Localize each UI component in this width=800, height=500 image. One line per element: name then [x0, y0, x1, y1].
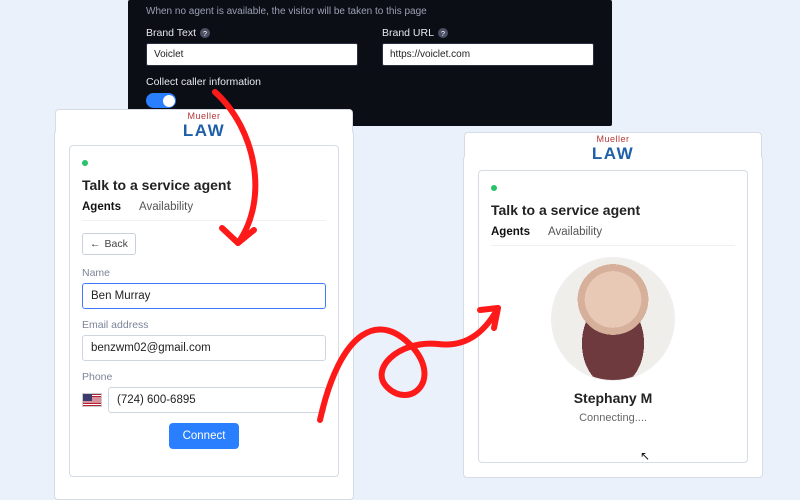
email-label: Email address	[82, 319, 326, 331]
connecting-status: Connecting....	[491, 412, 735, 424]
email-input[interactable]	[82, 335, 326, 361]
widget-title: Talk to a service agent	[491, 202, 735, 218]
brand-url-label: Brand URL ?	[382, 27, 594, 39]
tab-agents[interactable]: Agents	[491, 226, 530, 238]
tab-availability[interactable]: Availability	[139, 201, 193, 213]
agent-name: Stephany M	[491, 390, 735, 406]
connect-button[interactable]: Connect	[169, 423, 240, 449]
name-label: Name	[82, 267, 326, 279]
status-dot-icon	[491, 185, 497, 191]
collect-caller-info-label: Collect caller information	[146, 76, 594, 88]
help-icon[interactable]: ?	[438, 28, 448, 38]
brand-url-input[interactable]	[382, 43, 594, 66]
phone-input[interactable]	[108, 387, 326, 413]
settings-panel: When no agent is available, the visitor …	[128, 0, 612, 126]
tab-availability[interactable]: Availability	[548, 226, 602, 238]
brand-logo: Mueller LAW	[55, 111, 353, 141]
agent-avatar	[552, 258, 674, 380]
name-input[interactable]	[82, 283, 326, 309]
widget-title: Talk to a service agent	[82, 177, 326, 193]
tab-agents[interactable]: Agents	[82, 201, 121, 213]
cursor-icon: ↖	[640, 449, 650, 463]
collect-caller-info-toggle[interactable]	[146, 93, 176, 108]
brand-logo: Mueller LAW	[464, 134, 762, 164]
help-icon[interactable]: ?	[200, 28, 210, 38]
back-button[interactable]: ← Back	[82, 233, 136, 255]
brand-text-input[interactable]	[146, 43, 358, 66]
arrow-left-icon: ←	[90, 238, 101, 250]
connecting-widget: Mueller LAW Talk to a service agent Agen…	[463, 155, 763, 478]
status-dot-icon	[82, 160, 88, 166]
caller-info-widget: Mueller LAW Talk to a service agent Agen…	[54, 130, 354, 500]
brand-text-label: Brand Text ?	[146, 27, 358, 39]
flag-us-icon[interactable]	[82, 393, 102, 407]
phone-label: Phone	[82, 371, 326, 383]
settings-hint: When no agent is available, the visitor …	[146, 0, 594, 27]
